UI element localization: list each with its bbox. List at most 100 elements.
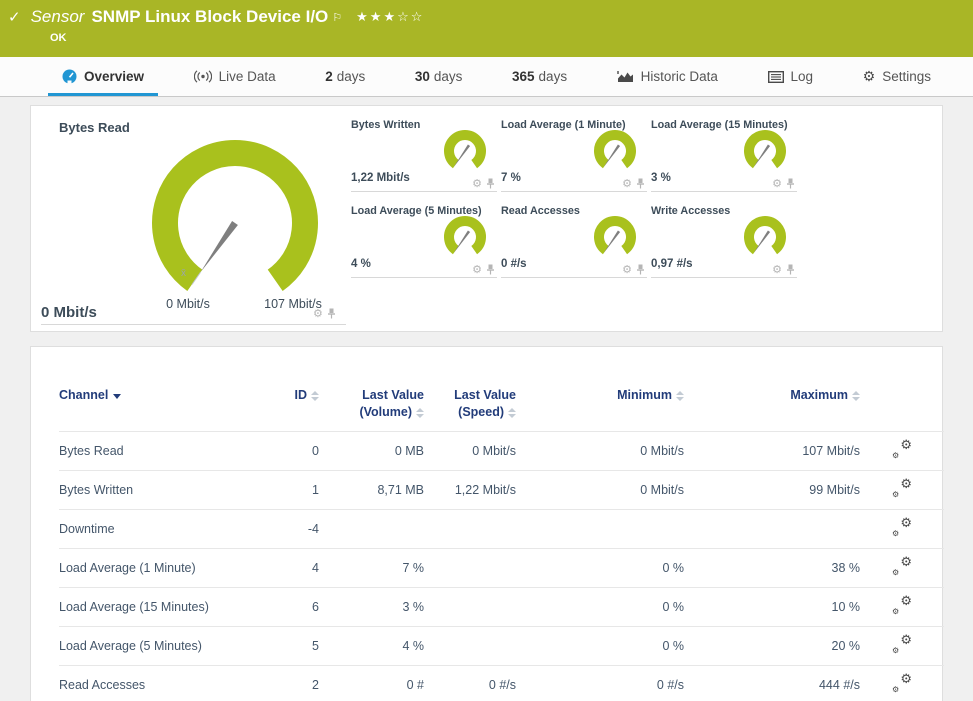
gauge-tile-write-accesses: Write Accesses 0,97 #/s ⚙ bbox=[651, 205, 797, 278]
pin-icon[interactable] bbox=[486, 264, 495, 275]
tab-label: days bbox=[337, 69, 366, 84]
tab-log[interactable]: Log bbox=[754, 57, 828, 96]
gauge-settings-icon[interactable]: ⚙ bbox=[772, 264, 782, 275]
priority-stars[interactable]: ★★★☆☆ bbox=[356, 9, 424, 25]
last-value-volume bbox=[319, 509, 424, 548]
primary-gauge-tile: Bytes Read x̄ 0 Mbit/s 107 Mbit/s 0 Mbit… bbox=[31, 106, 351, 331]
tab-2-days[interactable]: 2 days bbox=[311, 57, 379, 96]
tab-settings[interactable]: ⚙ Settings bbox=[849, 57, 945, 96]
tab-label: Overview bbox=[84, 69, 144, 84]
edit-channel-gears-icon[interactable]: ⚙⚙ bbox=[892, 480, 912, 497]
column-label: Minimum bbox=[617, 388, 672, 402]
gauge-icon bbox=[62, 69, 77, 84]
last-value-speed: 1,22 Mbit/s bbox=[424, 470, 516, 509]
gauge-chart bbox=[437, 213, 493, 265]
last-value-speed bbox=[424, 548, 516, 587]
area-chart-icon bbox=[617, 70, 634, 83]
column-header-channel[interactable]: Channel bbox=[59, 383, 269, 431]
maximum-value: 20 % bbox=[684, 626, 860, 665]
column-header-last-value-speed[interactable]: Last Value (Speed) bbox=[424, 383, 516, 431]
gauge-tile-bytes-written: Bytes Written 1,22 Mbit/s ⚙ bbox=[351, 119, 497, 192]
maximum-value: 99 Mbit/s bbox=[684, 470, 860, 509]
channel-name: Load Average (1 Minute) bbox=[59, 548, 269, 587]
stars-filled[interactable]: ★★★ bbox=[356, 9, 397, 24]
pin-icon[interactable] bbox=[636, 178, 645, 189]
tab-live-data[interactable]: Live Data bbox=[180, 57, 290, 96]
gauge-mean-marker: x̄ bbox=[181, 268, 186, 279]
edit-channel-gears-icon[interactable]: ⚙⚙ bbox=[892, 597, 912, 614]
sort-icon bbox=[852, 391, 860, 401]
edit-channel-gears-icon[interactable]: ⚙⚙ bbox=[892, 675, 912, 692]
edit-channel-gears-icon[interactable]: ⚙⚙ bbox=[892, 519, 912, 536]
tab-365-days[interactable]: 365 days bbox=[498, 57, 581, 96]
gauge-value: 4 % bbox=[351, 258, 371, 270]
column-header-minimum[interactable]: Minimum bbox=[516, 383, 684, 431]
pin-icon[interactable] bbox=[636, 264, 645, 275]
minimum-value: 0 Mbit/s bbox=[516, 470, 684, 509]
last-value-volume: 0 # bbox=[319, 665, 424, 701]
channel-name: Read Accesses bbox=[59, 665, 269, 701]
gauge-value: 0 #/s bbox=[501, 258, 527, 270]
table-row: Load Average (1 Minute) 4 7 % 0 % 38 % ⚙… bbox=[59, 548, 944, 587]
tab-num: 30 bbox=[415, 69, 430, 84]
column-label: Last Value bbox=[424, 387, 516, 404]
tab-label: days bbox=[434, 69, 463, 84]
last-value-speed: 0 #/s bbox=[424, 665, 516, 701]
gauge-settings-icon[interactable]: ⚙ bbox=[313, 308, 323, 319]
tab-overview[interactable]: Overview bbox=[48, 57, 158, 96]
gauge-settings-icon[interactable]: ⚙ bbox=[622, 178, 632, 189]
pin-icon[interactable] bbox=[786, 178, 795, 189]
gauge-chart bbox=[737, 213, 793, 265]
gauge-settings-icon[interactable]: ⚙ bbox=[622, 264, 632, 275]
channel-id: -4 bbox=[269, 509, 319, 548]
column-header-maximum[interactable]: Maximum bbox=[684, 383, 860, 431]
edit-channel-gears-icon[interactable]: ⚙⚙ bbox=[892, 558, 912, 575]
column-label: Maximum bbox=[790, 388, 848, 402]
tab-label: Log bbox=[791, 69, 814, 84]
pin-icon[interactable] bbox=[486, 178, 495, 189]
gauge-chart bbox=[587, 127, 643, 179]
tab-historic-data[interactable]: Historic Data bbox=[603, 57, 732, 96]
gauge-settings-icon[interactable]: ⚙ bbox=[472, 178, 482, 189]
gauge-chart bbox=[737, 127, 793, 179]
column-label: (Speed) bbox=[458, 405, 504, 419]
sort-icon bbox=[676, 391, 684, 401]
maximum-value bbox=[684, 509, 860, 548]
pin-icon[interactable] bbox=[327, 308, 336, 319]
tab-label: Live Data bbox=[219, 69, 276, 84]
column-header-last-value-volume[interactable]: Last Value (Volume) bbox=[319, 383, 424, 431]
log-list-icon bbox=[768, 71, 784, 83]
tab-30-days[interactable]: 30 days bbox=[401, 57, 477, 96]
stars-empty[interactable]: ☆☆ bbox=[397, 9, 424, 24]
flag-icon[interactable]: ⚐ bbox=[332, 11, 342, 24]
last-value-volume: 3 % bbox=[319, 587, 424, 626]
maximum-value: 444 #/s bbox=[684, 665, 860, 701]
broadcast-icon bbox=[194, 70, 212, 83]
last-value-volume: 7 % bbox=[319, 548, 424, 587]
gauge-value: 7 % bbox=[501, 172, 521, 184]
gauge-tile-load-1min: Load Average (1 Minute) 7 % ⚙ bbox=[501, 119, 647, 192]
sort-icon bbox=[508, 408, 516, 418]
minimum-value: 0 #/s bbox=[516, 665, 684, 701]
primary-gauge-chart bbox=[135, 126, 335, 298]
table-row: Load Average (15 Minutes) 6 3 % 0 % 10 %… bbox=[59, 587, 944, 626]
tab-num: 2 bbox=[325, 69, 333, 84]
gauge-tile-load-15min: Load Average (15 Minutes) 3 % ⚙ bbox=[651, 119, 797, 192]
column-header-edit bbox=[860, 383, 944, 431]
gauge-settings-icon[interactable]: ⚙ bbox=[772, 178, 782, 189]
column-header-id[interactable]: ID bbox=[269, 383, 319, 431]
gauge-value: 1,22 Mbit/s bbox=[351, 172, 410, 184]
edit-channel-gears-icon[interactable]: ⚙⚙ bbox=[892, 636, 912, 653]
gauge-settings-icon[interactable]: ⚙ bbox=[472, 264, 482, 275]
settings-gear-icon: ⚙ bbox=[863, 69, 876, 85]
last-value-speed bbox=[424, 509, 516, 548]
status-check-icon: ✓ bbox=[8, 8, 21, 26]
sensor-header: ✓ Sensor SNMP Linux Block Device I/O ⚐ ★… bbox=[0, 0, 973, 57]
channel-id: 2 bbox=[269, 665, 319, 701]
gauge-tile-read-accesses: Read Accesses 0 #/s ⚙ bbox=[501, 205, 647, 278]
pin-icon[interactable] bbox=[786, 264, 795, 275]
table-row: Read Accesses 2 0 # 0 #/s 0 #/s 444 #/s … bbox=[59, 665, 944, 701]
edit-channel-gears-icon[interactable]: ⚙⚙ bbox=[892, 441, 912, 458]
maximum-value: 38 % bbox=[684, 548, 860, 587]
column-label: (Volume) bbox=[359, 405, 412, 419]
